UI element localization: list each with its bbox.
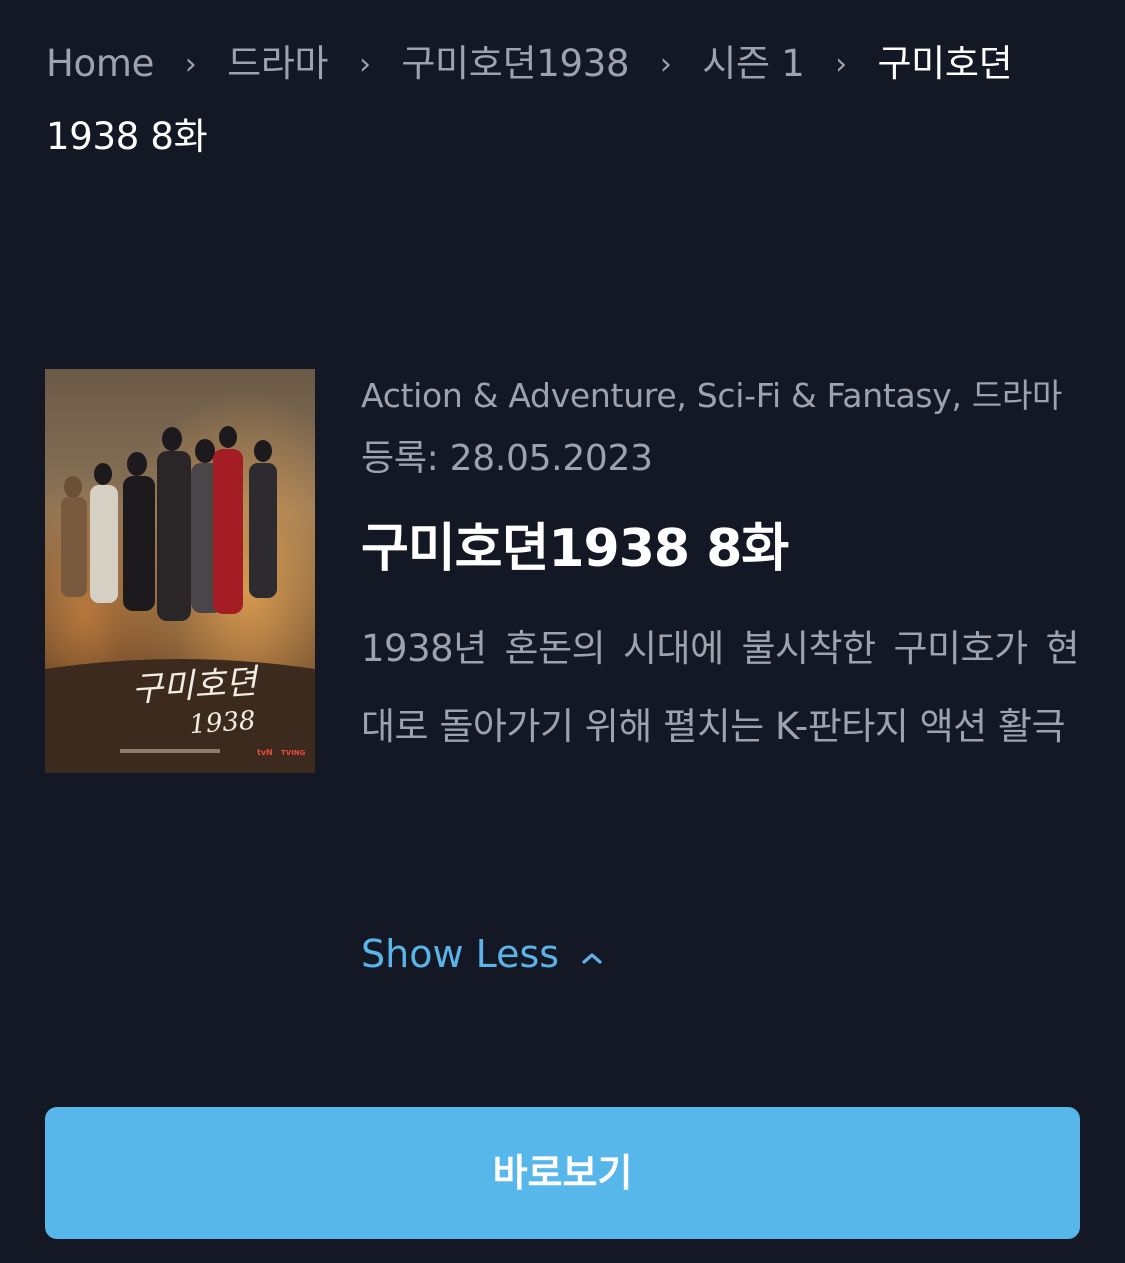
watch-now-button[interactable]: 바로보기 [45, 1107, 1080, 1239]
chevron-up-icon [581, 920, 603, 984]
poster-network: tvN [257, 748, 273, 757]
episode-detail-page: Home › 드라마 › 구미호뎐1938 › 시즌 1 › 구미호뎐 1938 8화 [0, 0, 1125, 1263]
breadcrumb-separator: › [659, 47, 672, 82]
registration-date: 등록: 28.05.2023 [361, 438, 653, 479]
breadcrumb-separator: › [835, 47, 847, 82]
poster-image: 구미호뎐 1938 tvN TVING [45, 369, 315, 773]
breadcrumb-separator: › [184, 47, 197, 82]
show-less-toggle[interactable]: Show Less [361, 920, 603, 986]
breadcrumb-drama[interactable]: 드라마 [227, 42, 329, 85]
breadcrumb-separator: › [358, 47, 371, 82]
episode-info: Action & Adventure, Sci-Fi & Fantasy, 드라… [361, 368, 1091, 766]
poster-platform: TVING [281, 749, 306, 757]
breadcrumb: Home › 드라마 › 구미호뎐1938 › 시즌 1 › 구미호뎐 1938 8화 [46, 28, 1086, 173]
breadcrumb-series[interactable]: 구미호뎐1938 [401, 42, 629, 85]
poster-year: 1938 [188, 706, 256, 741]
show-less-label: Show Less [361, 932, 560, 976]
breadcrumb-home[interactable]: Home [46, 42, 154, 85]
breadcrumb-season[interactable]: 시즌 1 [702, 42, 804, 85]
genre-list: Action & Adventure, Sci-Fi & Fantasy, 드라… [361, 376, 1063, 415]
episode-title: 구미호뎐1938 8화 [361, 519, 789, 579]
episode-description: 1938년 혼돈의 시대에 불시착한 구미호가 현대로 돌아가기 위해 펼치는 … [361, 627, 1080, 748]
